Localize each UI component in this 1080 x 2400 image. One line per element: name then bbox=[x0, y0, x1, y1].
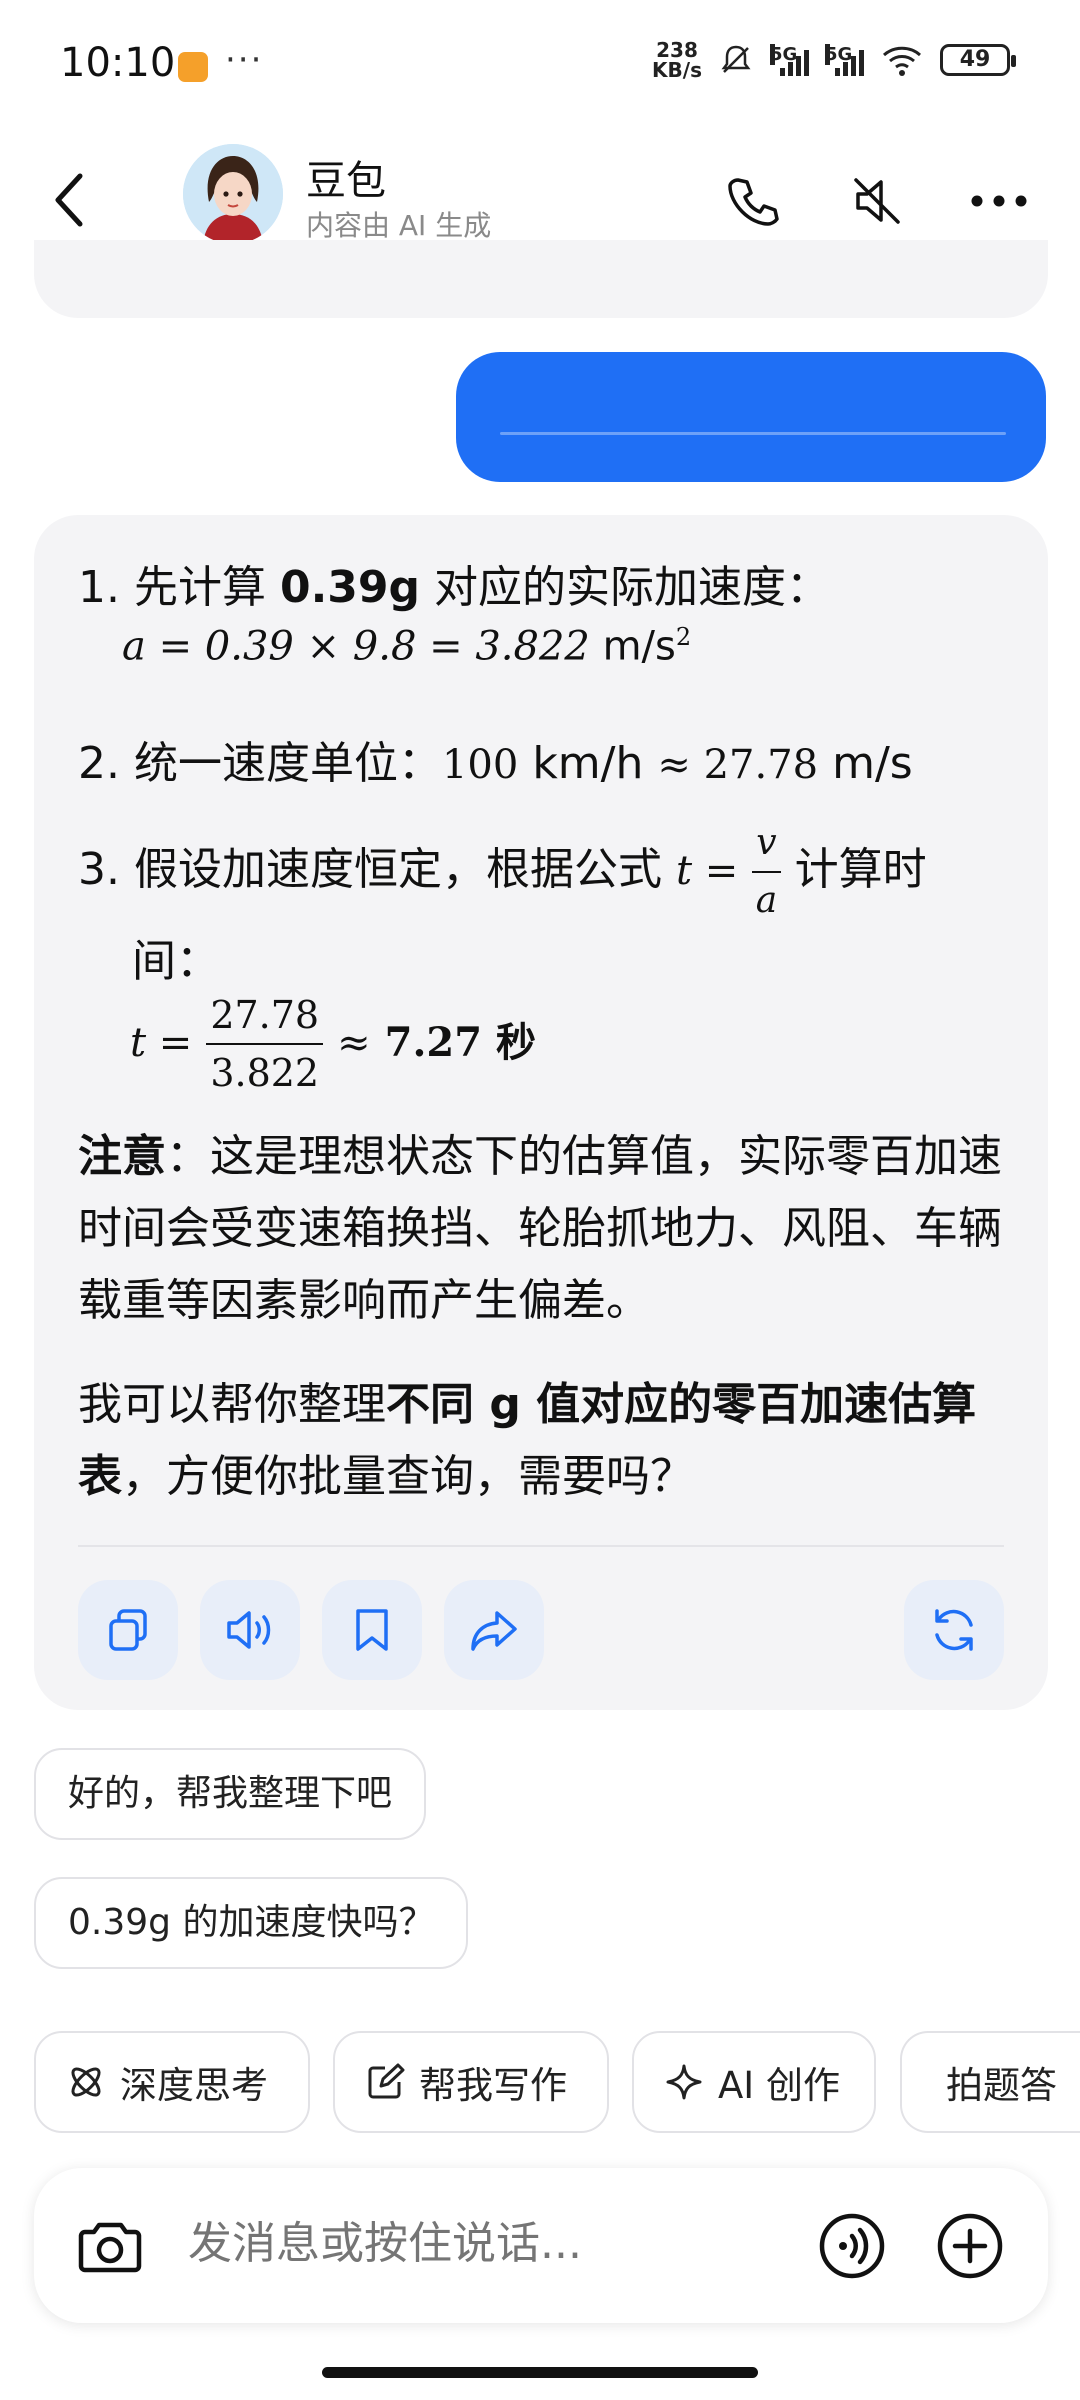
wifi-icon bbox=[882, 46, 922, 76]
tool-photo-solve[interactable]: 拍题答 bbox=[900, 2031, 1080, 2133]
share-icon bbox=[471, 1611, 517, 1651]
share-button[interactable] bbox=[444, 1580, 544, 1680]
net-speed: 238 KB/s bbox=[652, 40, 702, 80]
formula-fraction: v a bbox=[752, 815, 781, 929]
tool-ai-create[interactable]: AI 创作 bbox=[632, 2031, 876, 2133]
mute-icon bbox=[854, 178, 900, 224]
mute-bell-icon bbox=[721, 45, 751, 73]
ai-disclaimer: 内容由 AI 生成 bbox=[306, 209, 492, 242]
bot-answer-card: 1. 先计算 0.39g 对应的实际加速度： a = 0.39 × 9.8 = … bbox=[34, 515, 1048, 1710]
note-paragraph: 注意：这是理想状态下的估算值，实际零百加速时间会受变速箱换挡、轮胎抓地力、风阻、… bbox=[78, 1131, 1002, 1326]
status-bar: 10:10 ··· 238 KB/s 5G 5G 49 bbox=[0, 0, 1080, 130]
tool-label: 深度思考 bbox=[120, 2064, 268, 2107]
suggestion-chip-1[interactable]: 好的，帮我整理下吧 bbox=[34, 1748, 427, 1840]
net-speed-unit: KB/s bbox=[652, 58, 702, 82]
user-message-bubble[interactable] bbox=[456, 352, 1046, 482]
result-formula: t = 27.78 3.822 ≈ 7.27 秒 bbox=[130, 987, 536, 1101]
bot-avatar-icon bbox=[183, 144, 283, 244]
step-1-formula: a = 0.39 × 9.8 = 3.822 m/s2 bbox=[122, 623, 692, 670]
redacted-message-text bbox=[500, 432, 1006, 435]
step-2: 2. 统一速度单位：100 km/h ≈ 27.78 m/s bbox=[78, 738, 913, 789]
message-input[interactable] bbox=[188, 2218, 788, 2269]
net-speed-value: 238 bbox=[656, 38, 698, 62]
regenerate-icon bbox=[935, 1609, 973, 1651]
step-1: 1. 先计算 0.39g 对应的实际加速度： bbox=[78, 562, 831, 613]
copy-icon bbox=[109, 1609, 147, 1651]
offer-paragraph: 我可以帮你整理不同 g 值对应的零百加速估算表，方便你批量查询，需要吗？ bbox=[78, 1379, 977, 1502]
bookmark-icon bbox=[356, 1609, 388, 1651]
edit-icon bbox=[368, 2063, 405, 2099]
more-notifications-icon: ··· bbox=[225, 40, 264, 80]
tool-label: 帮我写作 bbox=[419, 2064, 567, 2107]
more-button[interactable] bbox=[964, 166, 1034, 236]
bot-name: 豆包 bbox=[306, 158, 386, 204]
bookmark-button[interactable] bbox=[322, 1580, 422, 1680]
voice-wave-icon bbox=[819, 2213, 885, 2279]
step-3-wrap: 间： bbox=[132, 936, 220, 987]
call-button[interactable] bbox=[718, 166, 788, 236]
tool-deep-thinking[interactable]: 深度思考 bbox=[34, 2031, 310, 2133]
regenerate-button[interactable] bbox=[904, 1580, 1004, 1680]
sparkle-icon bbox=[666, 2064, 702, 2100]
home-indicator[interactable] bbox=[322, 2367, 758, 2378]
back-button[interactable] bbox=[40, 160, 100, 240]
result-fraction: 27.78 3.822 bbox=[206, 987, 324, 1101]
card-divider bbox=[78, 1545, 1004, 1547]
plus-icon bbox=[937, 2213, 1003, 2279]
back-icon bbox=[55, 173, 83, 227]
suggestion-chip-2[interactable]: 0.39g 的加速度快吗？ bbox=[34, 1877, 469, 1969]
mute-button[interactable] bbox=[842, 166, 912, 236]
signal-2-icon: 5G bbox=[825, 44, 864, 76]
copy-button[interactable] bbox=[78, 1580, 178, 1680]
notification-app-icon bbox=[178, 52, 208, 82]
tool-label: AI 创作 bbox=[718, 2064, 840, 2107]
camera-button[interactable] bbox=[70, 2206, 150, 2286]
signal-1-icon: 5G bbox=[770, 44, 809, 76]
battery-icon: 49 bbox=[940, 44, 1016, 76]
tool-label: 拍题答 bbox=[946, 2064, 1057, 2107]
speaker-icon bbox=[227, 1611, 271, 1649]
previous-message-bubble bbox=[34, 240, 1048, 318]
avatar[interactable] bbox=[183, 144, 283, 244]
tool-writing[interactable]: 帮我写作 bbox=[333, 2031, 609, 2133]
message-input-bar bbox=[34, 2168, 1048, 2323]
atom-icon bbox=[71, 2067, 101, 2097]
camera-icon bbox=[78, 2222, 142, 2273]
status-right: 238 KB/s 5G 5G 49 bbox=[652, 40, 1016, 80]
step-3: 3. 假设加速度恒定，根据公式 t = v a 计算时 bbox=[78, 815, 927, 929]
read-aloud-button[interactable] bbox=[200, 1580, 300, 1680]
more-icon bbox=[971, 195, 1027, 207]
voice-button[interactable] bbox=[812, 2206, 892, 2286]
more-tools-button[interactable] bbox=[930, 2206, 1010, 2286]
phone-icon bbox=[728, 178, 779, 226]
status-time: 10:10 bbox=[60, 40, 176, 86]
